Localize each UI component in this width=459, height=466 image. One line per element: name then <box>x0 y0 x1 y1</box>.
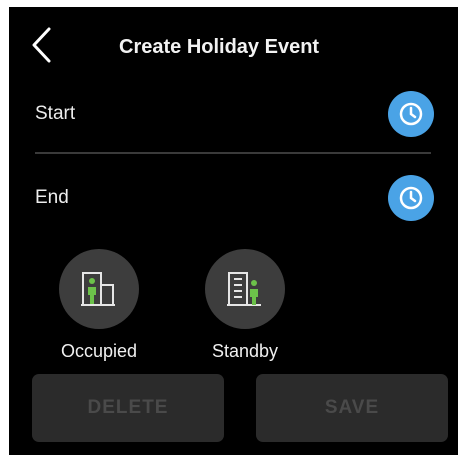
back-button[interactable] <box>25 25 59 65</box>
start-label: Start <box>35 103 76 124</box>
header: Create Holiday Event <box>9 7 458 87</box>
mode-standby: Standby <box>195 249 295 362</box>
occupied-button[interactable] <box>59 249 139 329</box>
standby-building-icon <box>227 272 261 306</box>
page-title: Create Holiday Event <box>119 36 320 58</box>
holiday-event-screen: Create Holiday Event Start End Occupied … <box>9 7 458 455</box>
occupied-label: Occupied <box>60 341 138 361</box>
standby-button[interactable] <box>205 249 285 329</box>
delete-button[interactable]: DELETE <box>32 374 224 442</box>
occupied-building-icon <box>81 272 115 306</box>
divider <box>35 152 431 154</box>
end-label: End <box>35 187 69 208</box>
chevron-left-icon <box>32 27 51 63</box>
clock-icon <box>399 186 423 210</box>
end-time-button[interactable] <box>388 175 434 221</box>
start-row: Start <box>9 76 458 152</box>
end-row: End <box>9 160 458 236</box>
start-time-button[interactable] <box>388 91 434 137</box>
save-button[interactable]: SAVE <box>256 374 448 442</box>
standby-label: Standby <box>211 341 279 361</box>
mode-occupied: Occupied <box>49 249 149 362</box>
clock-icon <box>399 102 423 126</box>
